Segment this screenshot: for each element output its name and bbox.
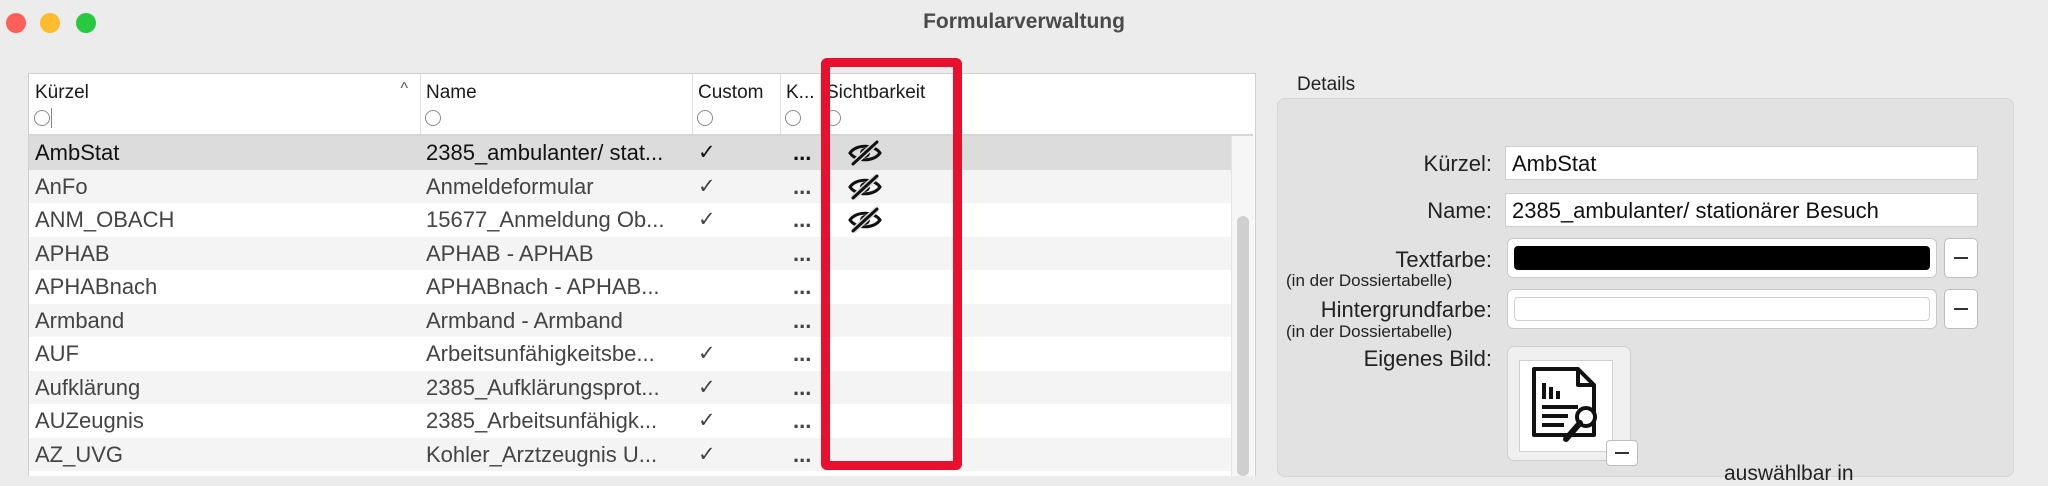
cell-kuerzel: AnFo [35,173,88,199]
vertical-scrollbar[interactable] [1231,136,1254,476]
cell-kuerzel: APHAB [35,240,110,266]
cell-k: ... [793,341,812,366]
cell-k: ... [793,441,812,467]
cell-name: Anmeldeformular [426,173,594,199]
textfarbe-label: Textfarbe: [1395,247,1492,272]
hintergrundfarbe-swatch [1514,297,1930,321]
cell-name: 2385_Aufklärungsprot... [426,374,660,400]
cell-k: ... [793,408,812,433]
cell-kuerzel: AUZeugnis [35,408,144,433]
filter-toggle-icon[interactable] [785,110,801,126]
filter-toggle-icon[interactable] [697,110,713,126]
cell-kuerzel: AZ_UVG [35,441,124,467]
cell-name: Arbeitsunfähigkeitsbe... [426,341,655,366]
cell-name: Armband - Armband [426,307,623,333]
cell-k: ... [793,140,812,165]
cell-custom-check: ✓ [698,442,716,466]
cell-name: APHAB - APHAB [426,240,594,266]
table-row[interactable]: AUZeugnis 2385_Arbeitsunfähigk... ✓... [29,404,1231,438]
cell-custom-check: ✓ [698,342,716,365]
cell-name: APHABnach - APHAB... [426,274,660,299]
cell-name: 15677_Anmeldung Ob... [426,207,665,232]
name-field[interactable]: 2385_ambulanter/ stationärer Besuch [1505,193,1978,227]
textfarbe-remove-button[interactable] [1944,238,1978,278]
column-label: Custom [698,82,764,103]
textfarbe-color-well[interactable] [1507,238,1937,278]
cell-name: Kohler_Arztzeugnis U... [426,441,658,467]
cell-k: ... [793,173,812,199]
auswaehlbar-label: auswählbar in [1724,462,1854,485]
eigenes-bild-label: Eigenes Bild: [1363,346,1492,371]
column-header-custom[interactable]: Custom [692,74,781,134]
textfarbe-swatch [1514,246,1930,270]
details-group-label: Details [1297,74,1356,95]
table-row[interactable]: APHAB APHAB - APHAB... [29,236,1231,270]
column-header-spacer [1225,74,1253,134]
filter-input[interactable] [51,108,52,128]
cell-kuerzel: AUF [35,341,79,366]
cell-custom-check: ✓ [698,141,716,164]
hintergrundfarbe-sublabel: (in der Dossiertabelle) [1286,322,1453,341]
cell-custom-check: ✓ [698,208,716,231]
cell-k: ... [793,240,812,266]
forms-table: Kürzel ^ Name Custom K... Sichtbarkeit A… [28,73,1256,476]
cell-name: 2385_Arbeitsunfähigk... [426,408,658,433]
kuerzel-label: Kürzel: [1423,151,1492,176]
column-header-name[interactable]: Name [420,74,693,134]
table-row[interactable]: AnFo Anmeldeformular ✓... [29,169,1231,203]
document-chart-icon [1519,360,1613,452]
window-title: Formularverwaltung [923,10,1125,33]
column-label: K... [786,82,815,103]
table-row[interactable]: Armband Armband - Armband... [29,303,1231,337]
cell-custom-check: ✓ [698,174,716,198]
title-bar: Formularverwaltung [0,0,2048,46]
cell-k: ... [793,207,812,232]
table-row[interactable]: AmbStat 2385_ambulanter/ stat... ✓... [29,136,1231,170]
scrollbar-thumb[interactable] [1237,216,1249,476]
column-header-k[interactable]: K... [780,74,821,134]
hintergrundfarbe-color-well[interactable] [1507,289,1937,329]
table-row[interactable]: AZ_UVG Kohler_Arztzeugnis U... ✓... [29,437,1231,471]
sort-ascending-icon: ^ [400,80,408,97]
cell-custom-check: ✓ [698,409,716,432]
hintergrundfarbe-label: Hintergrundfarbe: [1320,297,1492,322]
table-row[interactable]: ANM_OBACH 15677_Anmeldung Ob... ✓... [29,203,1231,237]
cell-kuerzel: AmbStat [35,140,120,165]
table-row[interactable]: APHABnach APHABnach - APHAB...... [29,270,1231,304]
column-label: Name [426,82,477,103]
filter-toggle-icon[interactable] [34,110,50,126]
cell-kuerzel: Armband [35,307,125,333]
cell-kuerzel: APHABnach [35,274,158,299]
column-header-kuerzel[interactable]: Kürzel ^ [29,74,421,134]
textfarbe-sublabel: (in der Dossiertabelle) [1286,271,1453,290]
kuerzel-field[interactable]: AmbStat [1505,146,1978,180]
sichtbarkeit-highlight-box [821,58,962,470]
cell-k: ... [793,374,812,400]
name-label: Name: [1427,198,1492,223]
hintergrundfarbe-remove-button[interactable] [1944,289,1978,329]
cell-k: ... [793,307,812,333]
table-row[interactable]: Aufklärung 2385_Aufklärungsprot... ✓... [29,370,1231,404]
cell-kuerzel: ANM_OBACH [35,207,175,232]
cell-name: 2385_ambulanter/ stat... [426,140,664,165]
table-row[interactable]: AUF Arbeitsunfähigkeitsbe... ✓... [29,337,1231,371]
cell-k: ... [793,274,812,299]
filter-toggle-icon[interactable] [425,110,441,126]
eigenes-bild-remove-button[interactable] [1606,440,1638,466]
column-label: Kürzel [35,82,89,103]
cell-kuerzel: Aufklärung [35,374,141,400]
cell-custom-check: ✓ [698,375,716,399]
